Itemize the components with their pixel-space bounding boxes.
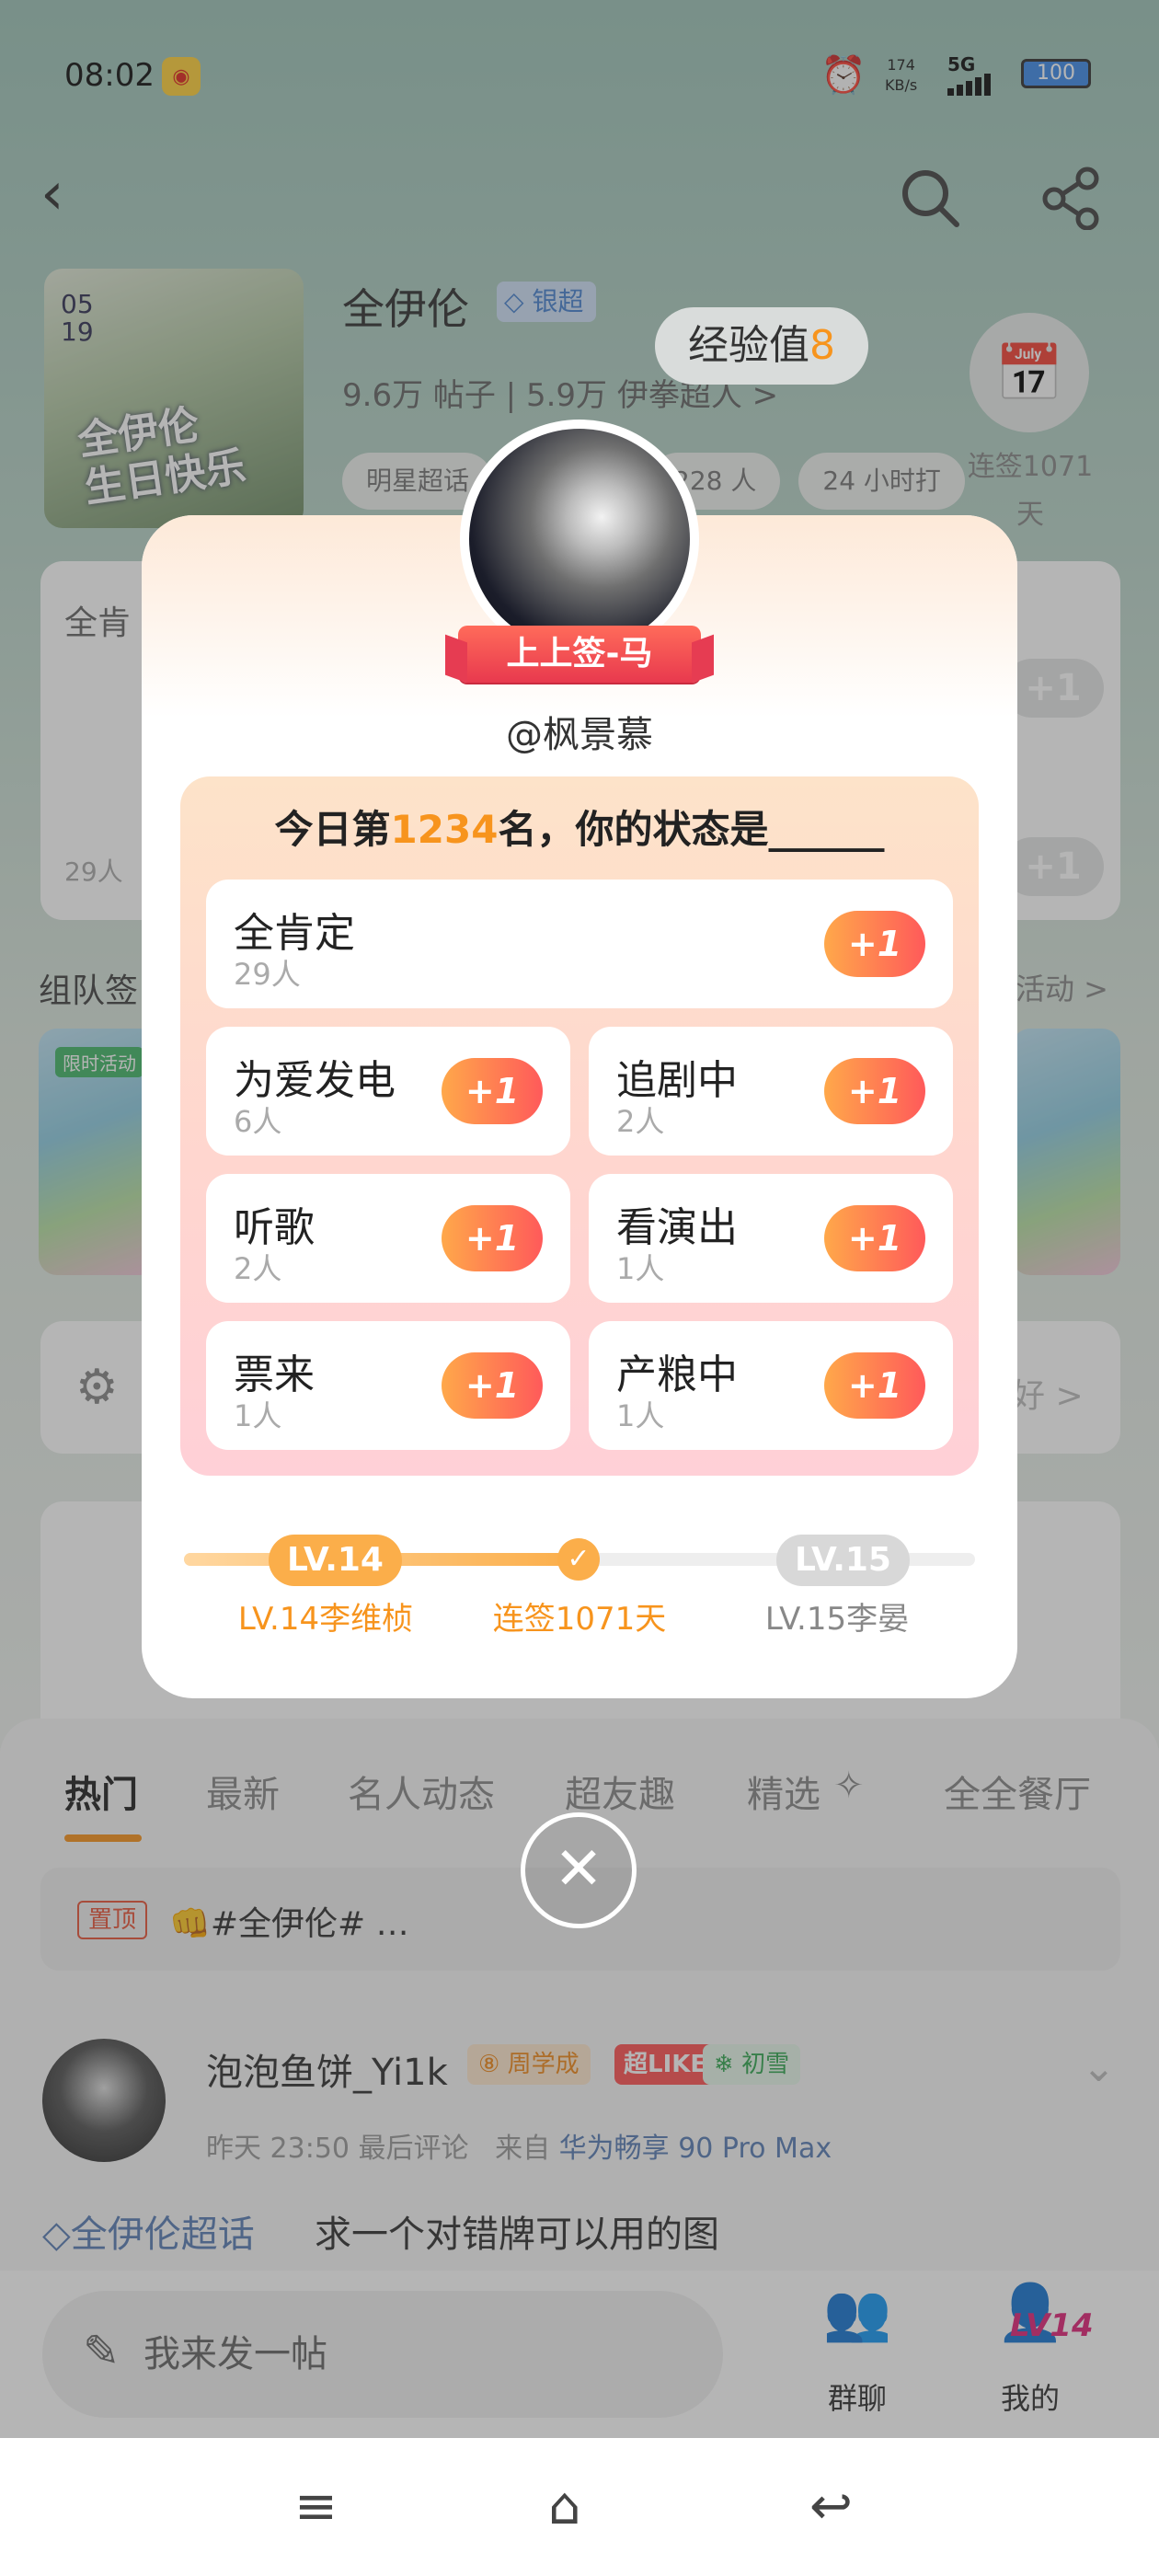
question-title: 今日第1234名，你的状态是______: [274, 807, 885, 852]
option-label: 追剧中: [616, 1057, 738, 1104]
option-card[interactable]: 为爱发电 6人 +1: [206, 1027, 570, 1156]
screen: 08:02 ◉ ⏰ 174 KB/s 5G 100 ‹ 05 19 全伊伦 生日快…: [0, 0, 1159, 2576]
fortune-ribbon: 上上签-马: [458, 626, 701, 683]
option-label: 全肯定: [234, 910, 355, 957]
option-label: 看演出: [616, 1204, 738, 1251]
option-count: 2人: [234, 1251, 282, 1286]
option-card[interactable]: 全肯定 29人 +1: [206, 880, 953, 1008]
option-count: 1人: [234, 1398, 282, 1433]
plus-one-button[interactable]: +1: [824, 911, 925, 977]
username: @枫景慕: [506, 714, 653, 756]
rank-number: 1234: [390, 807, 499, 852]
exp-bubble: 经验值8: [655, 307, 868, 385]
current-level-label: LV.14李维桢: [237, 1601, 414, 1638]
home-icon[interactable]: ⌂: [548, 2477, 581, 2536]
option-card[interactable]: 票来 1人 +1: [206, 1321, 570, 1450]
option-label: 产粮中: [616, 1351, 738, 1398]
back-icon[interactable]: ↩: [809, 2477, 853, 2536]
option-count: 1人: [616, 1251, 665, 1286]
option-label: 听歌: [234, 1204, 315, 1251]
system-nav-bar: ≡ ⌂ ↩: [0, 2440, 1159, 2576]
plus-one-button[interactable]: +1: [824, 1058, 925, 1124]
avatar: [460, 420, 699, 659]
option-count: 2人: [616, 1104, 665, 1139]
plus-one-button[interactable]: +1: [442, 1352, 543, 1419]
close-icon[interactable]: ✕: [521, 1812, 637, 1928]
next-level-label: LV.15李晏: [764, 1601, 910, 1638]
option-label: 票来: [234, 1351, 315, 1398]
checkmark-icon: ✓: [557, 1538, 600, 1581]
plus-one-button[interactable]: +1: [824, 1352, 925, 1419]
streak-label: 连签1071天: [492, 1601, 667, 1638]
option-count: 29人: [234, 957, 301, 992]
option-card[interactable]: 追剧中 2人 +1: [589, 1027, 953, 1156]
next-level-badge: LV.15: [776, 1535, 910, 1586]
option-card[interactable]: 产粮中 1人 +1: [589, 1321, 953, 1450]
plus-one-button[interactable]: +1: [442, 1205, 543, 1271]
plus-one-button[interactable]: +1: [824, 1205, 925, 1271]
option-label: 为爱发电: [234, 1057, 396, 1104]
plus-one-button[interactable]: +1: [442, 1058, 543, 1124]
option-count: 6人: [234, 1104, 282, 1139]
current-level-badge: LV.14: [269, 1535, 402, 1586]
option-card[interactable]: 听歌 2人 +1: [206, 1174, 570, 1303]
menu-icon[interactable]: ≡: [294, 2477, 338, 2536]
option-count: 1人: [616, 1398, 665, 1433]
option-card[interactable]: 看演出 1人 +1: [589, 1174, 953, 1303]
